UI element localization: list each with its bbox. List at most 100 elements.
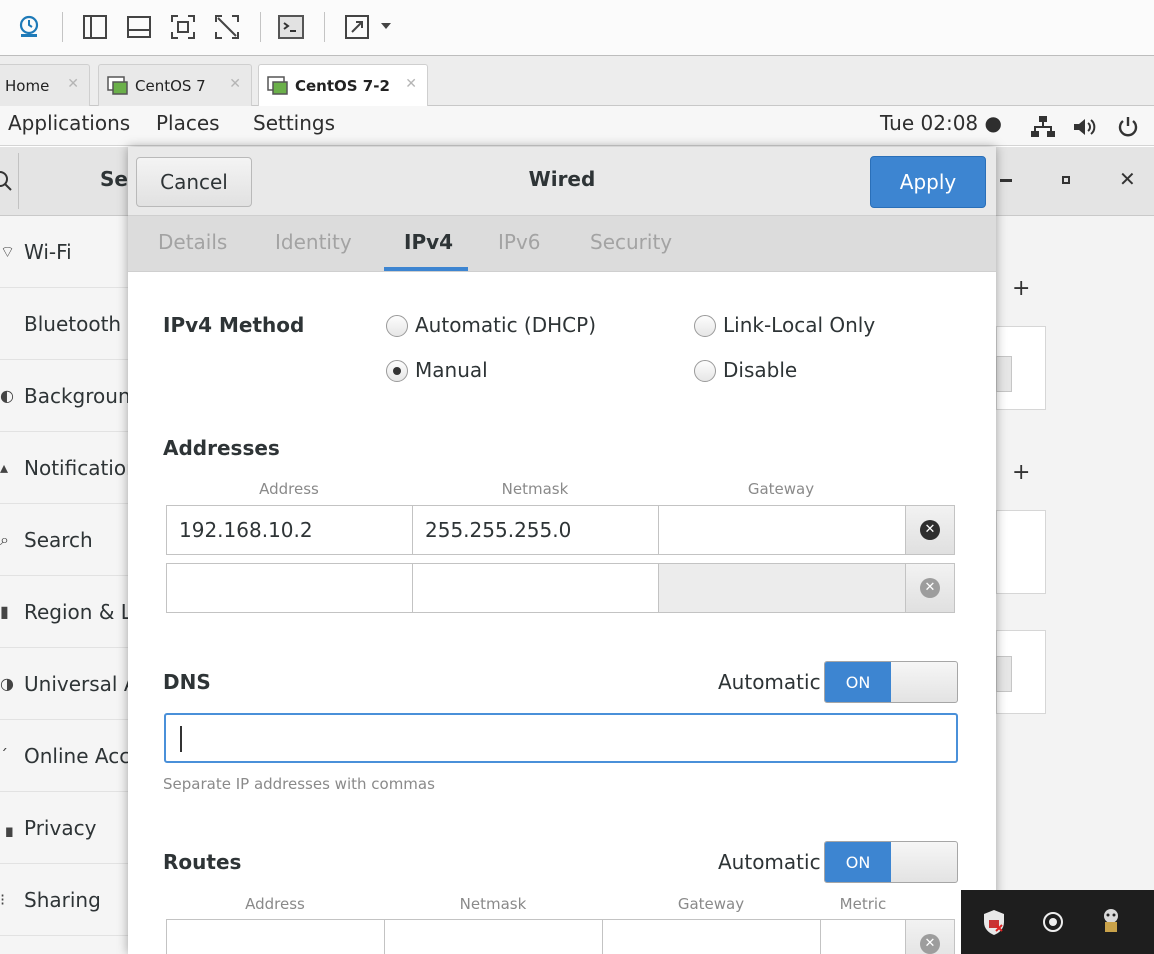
cancel-button[interactable]: Cancel — [136, 157, 252, 207]
window-close-icon[interactable]: ✕ — [1119, 167, 1136, 191]
route-metric-header: Metric — [839, 895, 887, 913]
disable-label[interactable]: Disable — [723, 358, 797, 382]
app-tray-icon[interactable] — [1099, 906, 1123, 936]
route-netmask-field[interactable] — [384, 919, 603, 954]
unity-icon[interactable] — [212, 10, 242, 44]
close-icon[interactable]: ✕ — [67, 76, 79, 92]
sidebar-item-bluetooth[interactable]: Bluetooth — [0, 288, 128, 360]
netmask-field[interactable]: 255.255.255.0 — [412, 505, 659, 555]
dns-automatic-switch[interactable]: ON — [824, 661, 958, 703]
settings-content-edge: + + — [996, 216, 1154, 954]
sidebar-item-background[interactable]: ◐Background — [0, 360, 128, 432]
text-caret — [180, 726, 182, 752]
sharing-icon: ⁝ — [0, 890, 6, 909]
address-field[interactable] — [166, 563, 413, 613]
close-icon[interactable]: ✕ — [229, 76, 241, 92]
sidebar-item-region[interactable]: ▮Region & Language — [0, 576, 128, 648]
sidebar-item-online-accounts[interactable]: ˊOnline Accounts — [0, 720, 128, 792]
dns-input[interactable] — [164, 713, 958, 763]
delete-route-button[interactable]: ✕ — [905, 919, 955, 954]
sidebar-view-icon[interactable] — [80, 10, 110, 44]
sidebar-item-universal-access[interactable]: ◑Universal Access — [0, 648, 128, 720]
gateway-field[interactable] — [658, 563, 906, 613]
tab-ipv4[interactable]: IPv4 — [404, 230, 453, 254]
search-icon: ⌕ — [0, 529, 9, 549]
link-local-label[interactable]: Link-Local Only — [723, 313, 875, 337]
address-field[interactable]: 192.168.10.2 — [166, 505, 413, 555]
settings-title-partial: Se — [100, 167, 128, 191]
active-tab-indicator — [384, 267, 468, 271]
tab-ipv6[interactable]: IPv6 — [498, 230, 541, 254]
route-netmask-header: Netmask — [459, 895, 527, 913]
dropdown-arrow-icon[interactable] — [376, 10, 396, 44]
radio-link-local[interactable] — [694, 315, 716, 337]
fullscreen-icon[interactable] — [168, 10, 198, 44]
add-icon[interactable]: + — [1012, 460, 1030, 485]
applications-menu[interactable]: Applications — [8, 111, 130, 135]
maximize-icon[interactable] — [1062, 176, 1070, 184]
vm-tab-bar: Home ✕ CentOS 7 ✕ CentOS 7-2 ✕ — [0, 56, 1154, 107]
remove-icon: ✕ — [920, 520, 940, 540]
radio-automatic-dhcp[interactable] — [386, 315, 408, 337]
tab-security[interactable]: Security — [590, 230, 672, 254]
gear-icon[interactable] — [996, 356, 1012, 392]
dns-heading: DNS — [163, 670, 211, 694]
netmask-column-header: Netmask — [501, 480, 569, 498]
volume-icon[interactable] — [1072, 116, 1098, 138]
tab-home-label: Home — [5, 76, 50, 95]
console-view-icon[interactable] — [124, 10, 154, 44]
search-icon[interactable] — [0, 169, 14, 193]
snapshot-icon[interactable] — [14, 10, 44, 44]
network-icon[interactable] — [1030, 115, 1056, 139]
settings-sidebar: ⌔Wi-Fi Bluetooth ◐Background ▴Notificati… — [0, 216, 128, 954]
switch-on-label: ON — [825, 842, 891, 882]
address-column-header: Address — [259, 480, 319, 498]
sidebar-item-search[interactable]: ⌕ Search — [0, 504, 128, 576]
switch-on-label: ON — [825, 662, 891, 702]
power-icon[interactable] — [1116, 115, 1140, 139]
gateway-column-header: Gateway — [747, 480, 815, 498]
sidebar-item-wifi[interactable]: ⌔ Wi-Fi — [0, 216, 128, 288]
sidebar-item-privacy[interactable]: ▗ Privacy — [0, 792, 128, 864]
automatic-dhcp-label[interactable]: Automatic (DHCP) — [415, 313, 596, 337]
stretch-icon[interactable] — [342, 10, 372, 44]
delete-address-button[interactable]: ✕ — [905, 563, 955, 613]
dns-hint: Separate IP addresses with commas — [163, 775, 435, 793]
route-gateway-field[interactable] — [602, 919, 821, 954]
vm-toolbar — [0, 0, 1154, 56]
gear-icon[interactable] — [996, 656, 1012, 692]
notification-icon: ▴ — [0, 458, 9, 477]
tab-home[interactable]: Home ✕ — [0, 64, 90, 106]
clock[interactable]: Tue 02:08 ● — [880, 111, 1002, 135]
record-icon[interactable] — [1041, 910, 1065, 934]
terminal-icon[interactable] — [276, 10, 306, 44]
background-icon: ◐ — [0, 386, 14, 405]
tab-details[interactable]: Details — [158, 230, 227, 254]
privacy-icon: ▗ — [0, 818, 13, 837]
add-icon[interactable]: + — [1012, 276, 1030, 301]
places-menu[interactable]: Places — [156, 111, 220, 135]
ipv4-method-label: IPv4 Method — [163, 313, 305, 337]
minimize-icon[interactable] — [1000, 179, 1012, 182]
wifi-icon: ⌔ — [0, 241, 16, 261]
netmask-field[interactable] — [412, 563, 659, 613]
gateway-field[interactable] — [658, 505, 906, 555]
settings-menu[interactable]: Settings — [253, 111, 335, 135]
routes-automatic-switch[interactable]: ON — [824, 841, 958, 883]
route-address-field[interactable] — [166, 919, 385, 954]
tab-centos7-2[interactable]: CentOS 7-2 ✕ — [258, 64, 428, 107]
delete-address-button[interactable]: ✕ — [905, 505, 955, 555]
route-metric-field[interactable] — [820, 919, 906, 954]
dialog-title: Wired — [528, 167, 596, 191]
close-icon[interactable]: ✕ — [405, 76, 417, 92]
tab-centos7[interactable]: CentOS 7 ✕ — [98, 64, 252, 106]
manual-label[interactable]: Manual — [415, 358, 488, 382]
radio-disable[interactable] — [694, 360, 716, 382]
sidebar-item-notifications[interactable]: ▴Notifications — [0, 432, 128, 504]
apply-button[interactable]: Apply — [870, 156, 986, 208]
radio-manual[interactable] — [386, 360, 408, 382]
sidebar-item-sharing[interactable]: ⁝ Sharing — [0, 864, 128, 936]
tab-identity[interactable]: Identity — [275, 230, 352, 254]
shield-icon[interactable] — [981, 908, 1007, 936]
route-address-header: Address — [245, 895, 305, 913]
